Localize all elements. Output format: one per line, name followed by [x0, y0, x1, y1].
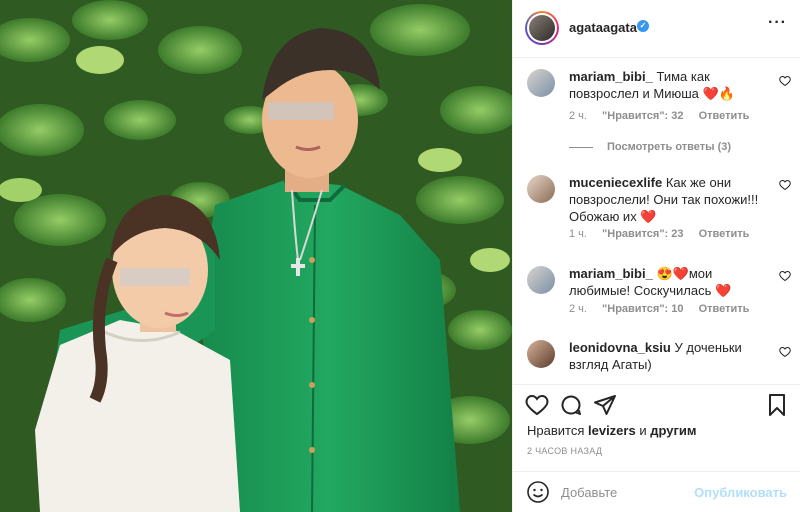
verified-badge-icon: ✓ — [637, 20, 649, 32]
author-username[interactable]: agataagata — [569, 20, 637, 35]
emoji-icon[interactable] — [526, 480, 550, 504]
likes-summary: Нравится levizers и другим — [527, 423, 697, 438]
publish-button[interactable]: Опубликовать — [694, 485, 787, 500]
heart-icon[interactable] — [525, 393, 549, 417]
comment-text: leonidovna_ksiu У доченьки взгляд Агаты) — [569, 339, 769, 373]
comment-username[interactable]: leonidovna_ksiu — [569, 340, 671, 355]
likes-others-link[interactable]: другим — [650, 423, 696, 438]
comment-text: muceniecexlife Как же они повзрослели! О… — [569, 174, 769, 225]
add-comment-input[interactable] — [561, 482, 701, 502]
add-comment-bar: Опубликовать — [513, 471, 800, 512]
likes-prefix: Нравится — [527, 423, 585, 438]
comment-text: mariam_bibi_ Тима как повзрослел и Миюша… — [569, 68, 769, 102]
post-sidebar: agataagata ✓ ··· mariam_bibi_ Тима как п… — [512, 0, 800, 512]
instagram-post: agataagata ✓ ··· mariam_bibi_ Тима как п… — [0, 0, 800, 512]
comment-likes[interactable]: "Нравится": 32 — [602, 110, 683, 122]
likes-user-link[interactable]: levizers — [588, 423, 636, 438]
comment-text: mariam_bibi_ 😍❤️мои любимые! Соскучилась… — [569, 265, 769, 299]
comment-avatar[interactable] — [527, 175, 555, 203]
comment-username[interactable]: muceniecexlife — [569, 175, 662, 190]
comments-list[interactable]: mariam_bibi_ Тима как повзрослел и Миюша… — [513, 59, 800, 384]
comment-time[interactable]: 2 ч. — [569, 110, 587, 122]
comment-heart-icon[interactable] — [779, 270, 791, 282]
comment-heart-icon[interactable] — [779, 75, 791, 87]
post-time-ago[interactable]: 2 ЧАСОВ НАЗАД — [527, 446, 602, 456]
bookmark-icon[interactable] — [765, 393, 789, 417]
reply-button[interactable]: Ответить — [699, 110, 750, 122]
comment-avatar[interactable] — [527, 340, 555, 368]
comment-time[interactable]: 2 ч. — [569, 303, 587, 315]
comment-meta: 2 ч. "Нравится": 32 Ответить — [569, 110, 761, 122]
post-photo[interactable] — [0, 0, 512, 512]
author-avatar[interactable] — [525, 11, 559, 45]
comment-username[interactable]: mariam_bibi_ — [569, 69, 653, 84]
comment-likes[interactable]: "Нравится": 23 — [602, 228, 683, 240]
comment-avatar[interactable] — [527, 266, 555, 294]
reply-button[interactable]: Ответить — [699, 303, 750, 315]
comment-meta: 2 ч. "Нравится": 10 Ответить — [569, 303, 761, 315]
reply-button[interactable]: Ответить — [699, 228, 750, 240]
share-icon[interactable] — [593, 393, 617, 417]
comment-time[interactable]: 1 ч. — [569, 228, 587, 240]
view-replies-button[interactable]: Посмотреть ответы (3) — [569, 141, 731, 153]
comment-likes[interactable]: "Нравится": 10 — [602, 303, 683, 315]
comment-heart-icon[interactable] — [779, 346, 791, 358]
comment-heart-icon[interactable] — [779, 179, 791, 191]
comment-meta: 1 ч. "Нравится": 23 Ответить — [569, 228, 761, 240]
photo-illustration — [0, 0, 512, 512]
post-actions: Нравится levizers и другим 2 ЧАСОВ НАЗАД… — [513, 384, 800, 512]
comment-icon[interactable] — [559, 393, 583, 417]
comment-avatar[interactable] — [527, 69, 555, 97]
comment-username[interactable]: mariam_bibi_ — [569, 266, 653, 281]
post-header: agataagata ✓ ··· — [513, 0, 800, 58]
likes-joiner: и — [639, 423, 647, 438]
more-horizontal-icon[interactable]: ··· — [768, 14, 787, 32]
